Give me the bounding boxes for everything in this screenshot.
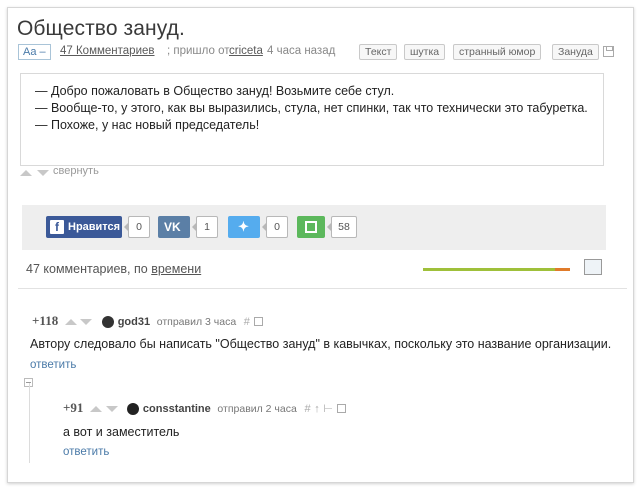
post-title[interactable]: Общество зануд.: [17, 17, 185, 41]
thread-line: [29, 383, 30, 463]
image-toggle-icon[interactable]: [584, 259, 602, 275]
reply-link[interactable]: ответить: [63, 446, 109, 458]
user-avatar-icon: [127, 402, 140, 415]
post-story: — Добро пожаловать в Общество зануд! Воз…: [20, 73, 604, 166]
tag-joke[interactable]: шутка: [404, 44, 446, 60]
story-line: — Похоже, у нас новый председатель!: [35, 118, 260, 132]
comment-posted: отправил 2 часа: [217, 403, 297, 415]
thread-branch-icon[interactable]: ⊢: [323, 402, 333, 415]
post-meta: Aa – 47 Комментариев ; пришло от criceta…: [18, 44, 618, 62]
floppy-save-icon: [305, 221, 317, 233]
comments-count-label: 47 комментариев, по: [26, 262, 148, 276]
downvote-arrow-icon[interactable]: [105, 405, 118, 412]
story-line: — Вообще-то, у этого, как вы выразились,…: [35, 101, 588, 115]
twitter-share-button[interactable]: ✦: [228, 216, 260, 238]
tag-text[interactable]: Текст: [359, 44, 398, 60]
vk-icon: VK: [164, 220, 181, 234]
author-link[interactable]: criceta: [229, 45, 263, 57]
font-size-toggle[interactable]: Aa –: [18, 44, 51, 60]
facebook-count: 0: [124, 216, 150, 238]
comment-username[interactable]: consstantine: [143, 403, 211, 415]
comment-text: Автору следовало бы написать "Общество з…: [30, 337, 612, 351]
comment-rating: +91: [63, 400, 84, 415]
rating-progress-fill: [423, 268, 556, 271]
twitter-count: 0: [262, 216, 288, 238]
story-line: — Добро пожаловать в Общество зануд! Воз…: [35, 84, 395, 98]
posted-label: ; пришло от: [167, 45, 230, 57]
tag-nerd[interactable]: Зануда: [552, 44, 599, 60]
comment-posted: отправил 3 часа: [156, 316, 237, 328]
save-count: 58: [327, 216, 357, 238]
divider: [18, 288, 627, 289]
twitter-bird-icon: ✦: [238, 219, 249, 234]
upvote-arrow-icon[interactable]: [90, 405, 103, 412]
downvote-arrow-icon[interactable]: [37, 170, 50, 177]
comment-text: а вот и заместитель: [63, 425, 180, 439]
share-bar: f Нравится 0 VK 1 ✦ 0 58: [22, 205, 606, 250]
save-comment-icon[interactable]: [253, 317, 263, 327]
save-post-icon[interactable]: [603, 46, 614, 57]
facebook-icon: f: [50, 220, 64, 234]
rating-progress-bar: [423, 268, 570, 271]
comment-rating: +118: [32, 313, 59, 328]
post-vote: [20, 167, 50, 179]
vk-share-button[interactable]: VK: [158, 216, 190, 238]
collapse-link[interactable]: свернуть: [53, 165, 99, 177]
post-time: 4 часа назад: [267, 45, 336, 57]
comment-username[interactable]: god31: [118, 316, 150, 328]
permalink-hash-icon[interactable]: #: [304, 403, 310, 415]
facebook-like-button[interactable]: f Нравится: [46, 216, 122, 238]
comments-link[interactable]: 47 Комментариев: [60, 45, 155, 57]
parent-arrow-icon[interactable]: ↑: [314, 403, 320, 415]
upvote-arrow-icon[interactable]: [20, 170, 32, 177]
downvote-arrow-icon[interactable]: [80, 318, 93, 325]
reply-link[interactable]: ответить: [30, 359, 76, 371]
vk-count: 1: [192, 216, 218, 238]
permalink-hash-icon[interactable]: #: [244, 316, 250, 328]
comments-sort: 47 комментариев, по времени: [26, 262, 201, 276]
save-comment-icon[interactable]: [336, 404, 346, 414]
save-share-button[interactable]: [297, 216, 325, 238]
upvote-arrow-icon[interactable]: [64, 318, 77, 325]
tag-strange-humor[interactable]: странный юмор: [453, 44, 542, 60]
sort-by-time-link[interactable]: времени: [151, 262, 201, 276]
facebook-like-label: Нравится: [68, 221, 121, 233]
user-avatar-icon: [102, 315, 115, 328]
